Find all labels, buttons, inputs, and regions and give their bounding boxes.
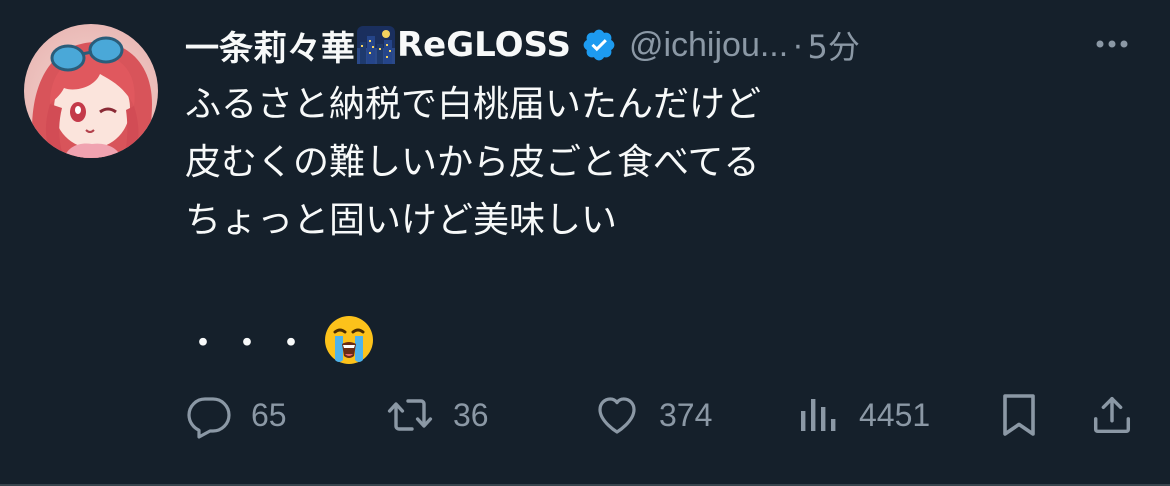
reply-icon (185, 391, 233, 439)
tweet-text-line: ふるさと納税で白桃届いたんだけど (185, 84, 762, 125)
retweet-count: 36 (453, 396, 489, 433)
tweet-text-line: 皮むくの難しいから皮ごと食べてる (185, 142, 760, 183)
action-bar: 65 36 374 4451 (185, 385, 1145, 445)
separator-dot: · (792, 25, 804, 64)
share-button[interactable] (1089, 385, 1135, 445)
like-count: 374 (659, 396, 713, 433)
views-bar-chart-icon (797, 391, 841, 439)
retweet-button[interactable]: 36 (385, 385, 489, 445)
trailing-dots: ・・・ (185, 323, 318, 364)
like-button[interactable]: 374 (593, 385, 712, 445)
bookmark-button[interactable] (997, 385, 1041, 445)
night-city-emoji (357, 26, 395, 64)
bookmark-icon (997, 391, 1041, 439)
loudly-crying-face-emoji (323, 314, 375, 366)
views-count: 4451 (859, 396, 931, 433)
retweet-icon (385, 391, 435, 439)
tweet-trailing-line: ・・・ (185, 312, 375, 368)
views-button[interactable]: 4451 (797, 385, 930, 445)
display-name-suffix[interactable]: ReGLOSS (397, 25, 571, 65)
reply-button[interactable]: 65 (185, 385, 287, 445)
share-icon (1089, 391, 1135, 439)
tweet-text: ふるさと納税で白桃届いたんだけど 皮むくの難しいから皮ごと食べてる ちょっと固いけど… (185, 76, 1145, 250)
user-handle[interactable]: @ichijou... (629, 26, 788, 65)
display-name[interactable]: 一条莉々華 (185, 21, 355, 70)
tweet[interactable]: 一条莉々華 ReGLOSS @ichijou... · 5分 ふるさと納税で白桃… (0, 0, 1170, 486)
more-options-icon[interactable] (1092, 30, 1132, 58)
heart-icon (593, 391, 641, 439)
tweet-header: 一条莉々華 ReGLOSS @ichijou... · 5分 (185, 20, 1145, 70)
verified-badge-icon (581, 27, 617, 63)
reply-count: 65 (251, 396, 287, 433)
tweet-text-line: ちょっと固いけど美味しい (185, 200, 618, 241)
avatar[interactable] (24, 24, 158, 158)
timestamp[interactable]: 5分 (808, 22, 860, 68)
